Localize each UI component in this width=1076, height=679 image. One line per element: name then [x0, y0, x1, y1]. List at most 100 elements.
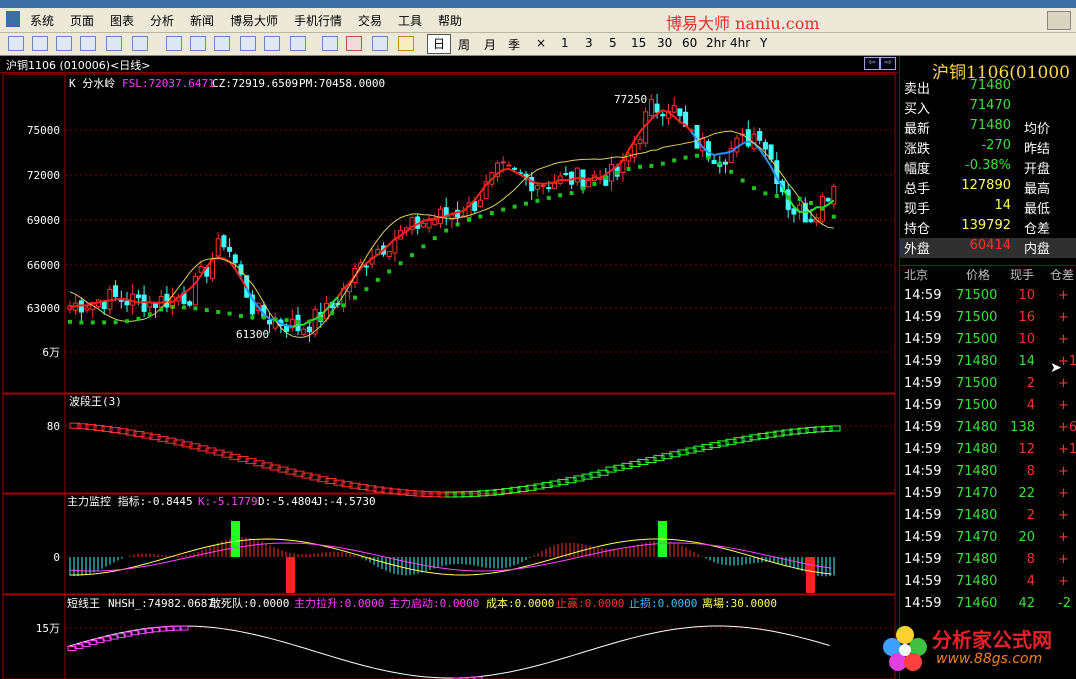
kline-y-label: 66000 — [27, 259, 60, 272]
menu-analysis[interactable]: 分析 — [150, 12, 174, 29]
f10-icon[interactable] — [132, 36, 148, 51]
trade-oi-change: + — [1058, 508, 1069, 523]
period-1min[interactable]: 1 — [561, 36, 569, 50]
candle-body — [586, 180, 592, 188]
candle-body — [546, 187, 552, 190]
app-menu-icon[interactable] — [6, 11, 20, 27]
quote-label: 持仓 — [904, 222, 931, 237]
candle-body — [215, 238, 221, 257]
watermark-url: www.88gs.com — [936, 651, 1043, 667]
quote-row: 现手 14 最低 — [900, 198, 1076, 218]
pointer-icon[interactable] — [240, 36, 256, 51]
period-2hr[interactable]: 2hr — [706, 36, 726, 50]
trade-oi-change: + — [1058, 310, 1069, 325]
candle-body — [705, 141, 711, 158]
trend-dot — [569, 191, 574, 196]
trade-volume: 4 — [1026, 398, 1035, 413]
trade-row: 14:59 71480 2 + — [900, 508, 1076, 530]
quote-value: 14 — [994, 198, 1011, 213]
candle-body — [791, 208, 797, 215]
chart-area[interactable]: 75000 72000 69000 66000 63000 6万 K 分水岭 FSL:7203… — [0, 57, 898, 679]
kline-icon[interactable] — [56, 36, 72, 51]
kline-y-label: 75000 — [27, 124, 60, 137]
zoom-out-icon[interactable] — [214, 36, 230, 51]
trade-time: 14:59 — [904, 332, 942, 347]
period-month[interactable]: 月 — [484, 36, 496, 53]
zoom-in-icon[interactable] — [190, 36, 206, 51]
trend-dot — [102, 320, 107, 325]
period-year[interactable]: Y — [760, 36, 767, 50]
period-4hr[interactable]: 4hr — [730, 36, 750, 50]
period-week[interactable]: 周 — [458, 36, 470, 53]
window-restore-button[interactable] — [1047, 11, 1071, 30]
short-field: 敢死队:0.0000 — [210, 596, 289, 610]
line-chart-icon[interactable] — [32, 36, 48, 51]
trend-dot — [467, 217, 471, 222]
menu-help[interactable]: 帮助 — [438, 12, 462, 29]
trade-oi-change: + — [1058, 376, 1069, 391]
trend-dot — [113, 320, 118, 325]
trade-row: 14:59 71480 4 + — [900, 574, 1076, 596]
trend-dot — [615, 170, 620, 175]
trend-dot — [90, 320, 95, 325]
trade-oi-change: + — [1058, 332, 1069, 347]
candle-body — [221, 235, 227, 248]
menu-system[interactable]: 系统 — [30, 12, 54, 29]
trade-price: 71480 — [956, 420, 998, 435]
menu-page[interactable]: 页面 — [70, 12, 94, 29]
alarm-icon[interactable] — [346, 36, 362, 51]
period-15min[interactable]: 15 — [631, 36, 646, 50]
trade-price: 71500 — [956, 376, 998, 391]
candle-body — [130, 293, 136, 306]
period-close[interactable]: × — [536, 36, 546, 50]
trend-dot — [501, 207, 506, 212]
trend-dot — [683, 155, 688, 160]
menu-tools[interactable]: 工具 — [398, 12, 422, 29]
trade-oi-change: -2 — [1058, 596, 1071, 611]
settings-icon[interactable] — [8, 36, 24, 51]
trades-header-price: 价格 — [966, 268, 991, 282]
trade-time: 14:59 — [904, 508, 942, 523]
menu-trade[interactable]: 交易 — [358, 12, 382, 29]
period-3min[interactable]: 3 — [585, 36, 593, 50]
list-icon[interactable] — [80, 36, 96, 51]
period-30min[interactable]: 30 — [657, 36, 672, 50]
candle-body — [768, 144, 774, 160]
trend-dot — [296, 319, 300, 324]
quote-label: 现手 — [904, 202, 931, 217]
brand-banner: 博易大师 naniu.com — [666, 14, 820, 33]
quote-panel: 沪铜1106(01000 卖出 71480 买入 71470 最新 71480 均价 涨跌 -2… — [899, 56, 1076, 679]
menu-news[interactable]: 新闻 — [190, 12, 214, 29]
draw-icon[interactable] — [322, 36, 338, 51]
menu-chart[interactable]: 图表 — [110, 12, 134, 29]
candle-body — [267, 320, 272, 325]
candle-body — [506, 164, 512, 167]
quote-table-icon[interactable] — [106, 36, 122, 51]
candle-body — [232, 254, 238, 264]
candle-body — [101, 301, 107, 310]
period-60min[interactable]: 60 — [682, 36, 697, 50]
portfolio-icon[interactable] — [372, 36, 388, 51]
candle-body — [187, 301, 193, 306]
quote-label: 总手 — [904, 182, 931, 197]
trend-dot — [444, 228, 449, 233]
trade-oi-change: + — [1058, 486, 1069, 501]
quote-label: 买入 — [904, 102, 931, 117]
window-icon[interactable] — [290, 36, 306, 51]
menu-mobile[interactable]: 手机行情 — [294, 12, 342, 29]
period-5min[interactable]: 5 — [609, 36, 617, 50]
trend-dot — [489, 210, 494, 215]
export-icon[interactable] — [264, 36, 280, 51]
trade-price: 71460 — [956, 596, 998, 611]
menu-boyi[interactable]: 博易大师 — [230, 12, 278, 29]
flash-icon[interactable] — [398, 36, 414, 51]
watermark-logo: 分析家公式网 www.88gs.com — [878, 619, 1076, 679]
trend-dot — [592, 181, 597, 186]
period-quarter[interactable]: 季 — [508, 36, 520, 53]
candle-body — [135, 294, 141, 299]
trade-volume: 8 — [1026, 552, 1035, 567]
kline-y-label: 69000 — [27, 214, 60, 227]
refresh-icon[interactable] — [166, 36, 182, 51]
trade-time: 14:59 — [904, 530, 942, 545]
period-day-button[interactable]: 日 — [427, 34, 451, 54]
